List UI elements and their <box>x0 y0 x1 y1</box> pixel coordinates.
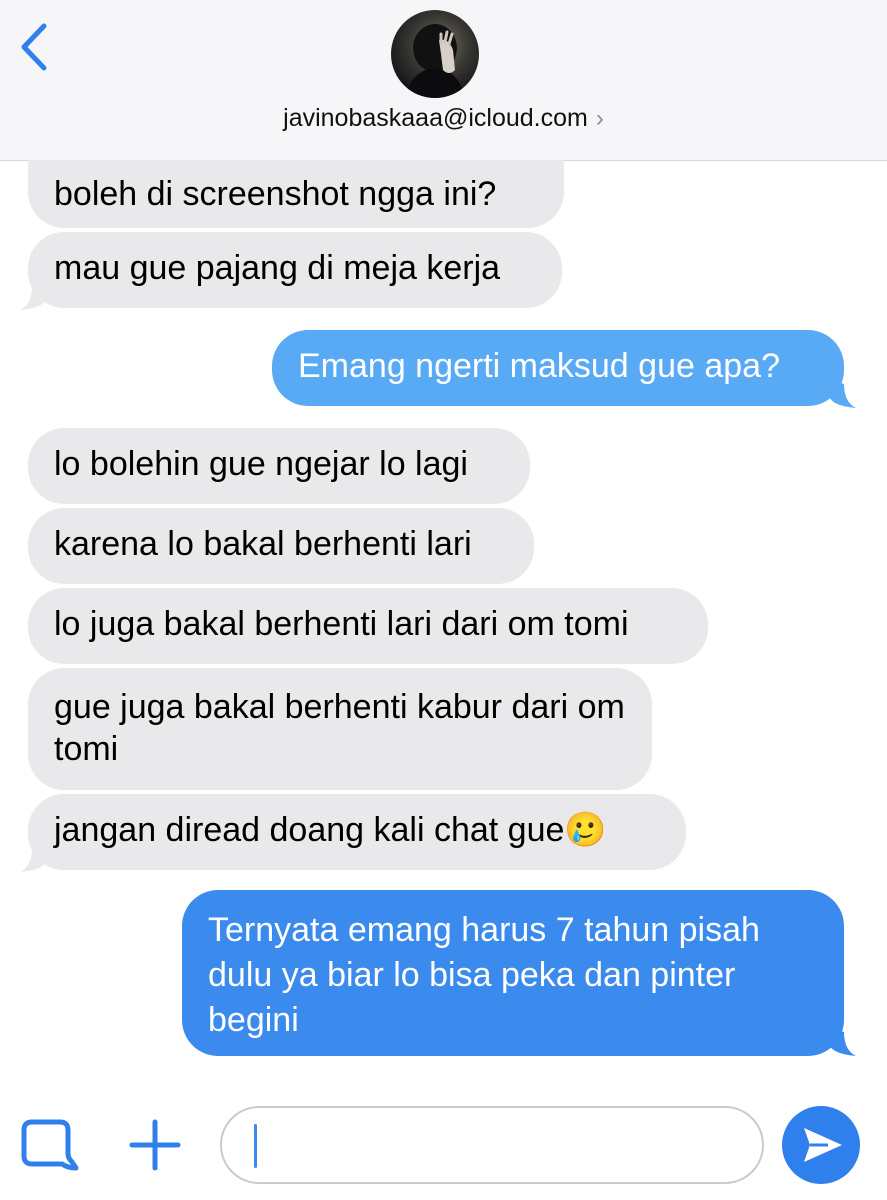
text-cursor <box>254 1124 257 1168</box>
message-text: lo bolehin gue ngejar lo lagi <box>54 445 468 483</box>
message-bubble-outgoing[interactable]: Emang ngerti maksud gue apa? <box>272 330 844 406</box>
send-button[interactable] <box>782 1106 860 1184</box>
message-text: karena lo bakal berhenti lari <box>54 525 472 563</box>
plus-icon <box>129 1119 181 1171</box>
message-bubble-incoming[interactable]: lo juga bakal berhenti lari dari om tomi <box>28 588 708 664</box>
message-text: gue juga bakal berhenti kabur dari om to… <box>54 688 625 768</box>
message-text: boleh di screenshot ngga ini? <box>54 175 497 213</box>
message-bubble-incoming[interactable]: karena lo bakal berhenti lari <box>28 508 534 584</box>
send-icon <box>804 1128 842 1162</box>
add-button[interactable] <box>128 1118 182 1172</box>
message-text: jangan diread doang kali chat gue🥲 <box>54 811 607 849</box>
bubble-tail <box>830 1028 856 1056</box>
message-text: lo juga bakal berhenti lari dari om tomi <box>54 605 629 643</box>
message-bubble-incoming[interactable]: mau gue pajang di meja kerja <box>28 232 562 308</box>
bubble-tail <box>830 380 856 408</box>
message-bubble-incoming[interactable]: boleh di screenshot ngga ini? <box>28 160 564 228</box>
message-input[interactable] <box>220 1106 764 1184</box>
message-bubble-incoming[interactable]: lo bolehin gue ngejar lo lagi <box>28 428 530 504</box>
apps-icon <box>21 1119 79 1171</box>
message-bubble-incoming[interactable]: jangan diread doang kali chat gue🥲 <box>28 794 686 870</box>
message-text: mau gue pajang di meja kerja <box>54 249 501 287</box>
message-text: Ternyata emang harus 7 tahun pisah dulu … <box>208 911 760 1039</box>
message-bubble-incoming[interactable]: gue juga bakal berhenti kabur dari om to… <box>28 668 652 790</box>
message-bubble-outgoing[interactable]: Ternyata emang harus 7 tahun pisah dulu … <box>182 890 844 1056</box>
apps-button[interactable] <box>18 1118 82 1176</box>
message-list[interactable]: boleh di screenshot ngga ini? mau gue pa… <box>0 0 887 1090</box>
message-text: Emang ngerti maksud gue apa? <box>298 347 780 385</box>
bubble-tail <box>20 844 46 872</box>
bubble-tail <box>20 282 46 310</box>
